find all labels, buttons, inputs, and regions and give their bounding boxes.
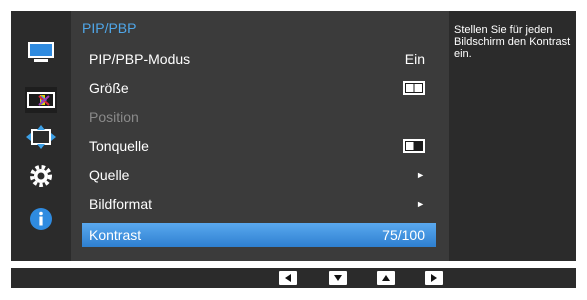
menu-item-size[interactable]: Größe	[82, 76, 436, 100]
picture-icon[interactable]	[25, 39, 57, 65]
menu-item-label: Größe	[89, 80, 129, 96]
menu-item-pip-pbp-mode[interactable]: PIP/PBP-Modus Ein	[82, 47, 436, 71]
menu-item-label: PIP/PBP-Modus	[89, 51, 191, 67]
chevron-right-icon: ►	[416, 170, 425, 180]
size-position-icon[interactable]	[25, 124, 57, 150]
pip-pbp-menu: PIP/PBP PIP/PBP-Modus Ein Größe Position…	[71, 11, 449, 261]
information-icon[interactable]	[25, 206, 57, 232]
menu-item-value: 75/100	[382, 227, 425, 243]
menu-item-label: Tonquelle	[89, 138, 149, 154]
menu-item-label: Position	[89, 109, 139, 125]
menu-item-source[interactable]: Quelle ►	[82, 163, 436, 187]
menu-item-label: Quelle	[89, 167, 130, 183]
sidebar	[11, 11, 71, 261]
pbp-split-icon	[403, 81, 425, 95]
menu-item-sound-source[interactable]: Tonquelle	[82, 134, 436, 158]
left-arrow-icon[interactable]	[279, 271, 297, 285]
right-arrow-icon[interactable]	[425, 271, 443, 285]
menu-item-contrast[interactable]: Kontrast 75/100	[82, 223, 436, 247]
navigation-bar	[11, 268, 576, 288]
osd-panel: PIP/PBP PIP/PBP-Modus Ein Größe Position…	[11, 11, 576, 261]
left-screen-icon	[403, 139, 425, 153]
color-icon[interactable]	[25, 87, 57, 113]
up-arrow-icon[interactable]	[377, 271, 395, 285]
chevron-right-icon: ►	[416, 199, 425, 209]
menu-item-value: Ein	[404, 51, 425, 67]
down-arrow-icon[interactable]	[329, 271, 347, 285]
menu-title: PIP/PBP	[82, 20, 137, 36]
setup-icon[interactable]	[25, 163, 57, 189]
menu-item-label: Bildformat	[89, 196, 153, 212]
menu-item-position: Position	[82, 105, 436, 129]
menu-item-label: Kontrast	[89, 227, 142, 243]
menu-item-image-format[interactable]: Bildformat ►	[82, 192, 436, 216]
help-description: Stellen Sie für jeden Bildschirm den Kon…	[449, 11, 576, 261]
